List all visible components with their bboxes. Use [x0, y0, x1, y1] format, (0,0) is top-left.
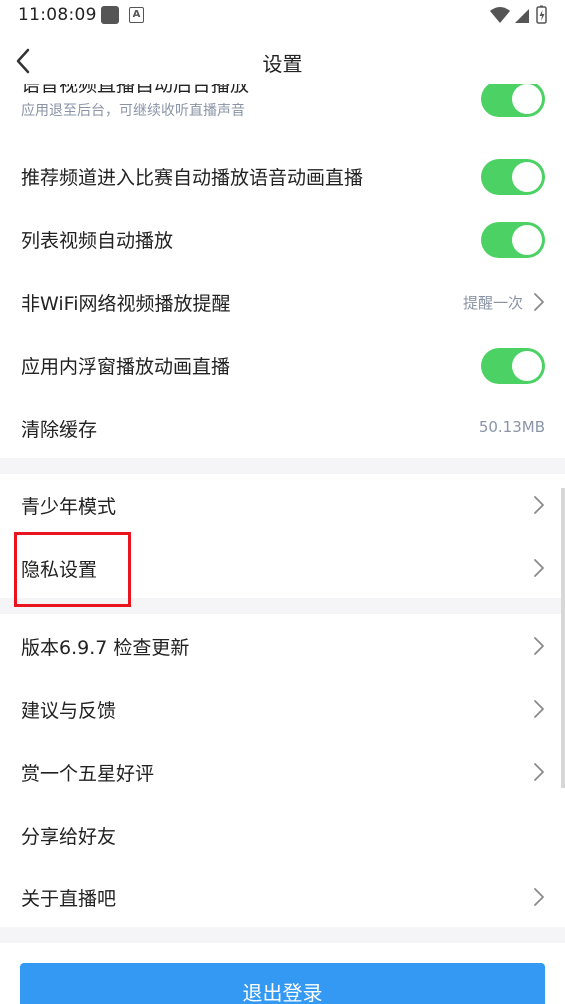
- section-divider: [0, 927, 565, 943]
- scrollbar[interactable]: [561, 488, 565, 788]
- chevron-right-icon: [534, 888, 544, 906]
- toggle-knob: [512, 162, 542, 192]
- toggle-knob: [512, 351, 542, 381]
- chevron-right-icon: [534, 700, 544, 718]
- status-time: 11:08:09: [18, 5, 97, 25]
- setting-row-feedback[interactable]: 建议与反馈: [0, 678, 565, 741]
- setting-label: 非WiFi网络视频播放提醒: [21, 293, 231, 315]
- setting-label: 列表视频自动播放: [21, 230, 174, 252]
- setting-label: 青少年模式: [21, 496, 117, 518]
- setting-row-version[interactable]: 版本6.9.7 检查更新: [0, 615, 565, 678]
- a-badge-icon: A: [129, 7, 144, 23]
- setting-row-clear-cache[interactable]: 清除缓存 50.13MB: [0, 397, 565, 460]
- chevron-right-icon: [534, 763, 544, 781]
- toggle-switch[interactable]: [481, 159, 545, 195]
- toggle-knob: [512, 225, 542, 255]
- section-divider: [0, 458, 565, 474]
- setting-label: 推荐频道进入比赛自动播放语音动画直播: [21, 167, 364, 189]
- setting-label: 应用内浮窗播放动画直播: [21, 356, 231, 378]
- setting-row-share[interactable]: 分享给好友: [0, 804, 565, 867]
- setting-title: 语音视频直播自动后台播放: [21, 84, 250, 96]
- setting-row-about[interactable]: 关于直播吧: [0, 866, 565, 929]
- setting-value: 提醒一次: [462, 294, 523, 312]
- setting-label: 建议与反馈: [21, 700, 117, 722]
- signal-icon: [515, 9, 529, 23]
- highlight-annotation-box: [14, 532, 131, 607]
- toggle-switch[interactable]: [481, 222, 545, 258]
- setting-row-voice-background[interactable]: 语音视频直播自动后台播放 应用退至后台，可继续收听直播声音: [0, 84, 565, 136]
- setting-row-non-wifi-reminder[interactable]: 非WiFi网络视频播放提醒 提醒一次: [0, 271, 565, 334]
- page-title: 设置: [262, 52, 303, 76]
- setting-value: 50.13MB: [478, 418, 545, 436]
- setting-row-teen-mode[interactable]: 青少年模式: [0, 474, 565, 537]
- setting-row-list-video-autoplay[interactable]: 列表视频自动播放: [0, 208, 565, 271]
- notification-square-icon: [101, 6, 119, 24]
- setting-label: 关于直播吧: [21, 888, 117, 910]
- setting-row-recommend-autoplay[interactable]: 推荐频道进入比赛自动播放语音动画直播: [0, 145, 565, 208]
- system-status-icons: [490, 5, 547, 24]
- setting-row-floating-window[interactable]: 应用内浮窗播放动画直播: [0, 334, 565, 397]
- settings-screen: 11:08:09 A 设置 语音视频直播自动后台播放 应用退至后台，可继续收听直…: [0, 0, 565, 1004]
- setting-row-rate[interactable]: 赏一个五星好评: [0, 741, 565, 804]
- battery-icon: [536, 5, 547, 24]
- setting-label: 清除缓存: [21, 419, 98, 441]
- wifi-icon: [490, 7, 510, 23]
- chevron-right-icon: [534, 637, 544, 655]
- setting-label: 版本6.9.7 检查更新: [21, 637, 190, 659]
- setting-subtitle: 应用退至后台，可继续收听直播声音: [21, 103, 245, 119]
- chevron-right-icon: [534, 496, 544, 514]
- chevron-right-icon: [534, 293, 544, 311]
- header: 设置: [0, 32, 565, 90]
- logout-button[interactable]: 退出登录: [20, 963, 545, 1004]
- toggle-switch[interactable]: [481, 84, 545, 117]
- toggle-switch[interactable]: [481, 348, 545, 384]
- status-bar: 11:08:09 A: [0, 0, 565, 32]
- setting-label: 赏一个五星好评: [21, 763, 155, 785]
- toggle-knob: [512, 84, 542, 114]
- chevron-right-icon: [534, 559, 544, 577]
- setting-label: 分享给好友: [21, 826, 117, 848]
